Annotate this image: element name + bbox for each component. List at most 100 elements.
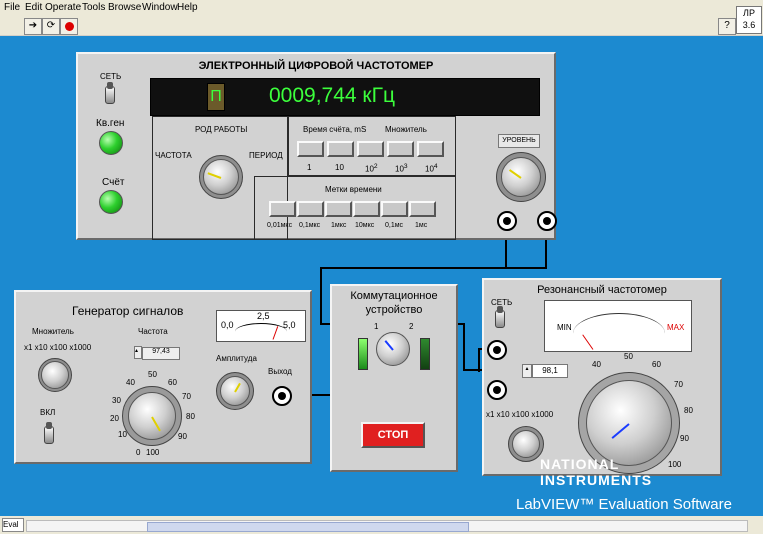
gen-on-label: ВКЛ [40, 408, 56, 417]
switch-led-2 [420, 338, 430, 370]
resonant-jack-2[interactable] [487, 380, 507, 400]
freq-increment[interactable]: ▴ [134, 346, 142, 359]
ni-watermark-3: LabVIEW™ Evaluation Software [516, 496, 732, 513]
stop-button[interactable]: СТОП [361, 422, 425, 448]
meter-min: MIN [557, 323, 572, 332]
menu-help[interactable]: Help [177, 2, 198, 13]
menu-window[interactable]: Window [142, 2, 178, 13]
scroll-thumb[interactable] [147, 522, 469, 532]
count-time-key-1[interactable] [297, 141, 324, 157]
frequency-readout: 0009,744 кГц [269, 84, 396, 107]
resonant-tick: 40 [592, 360, 601, 369]
time-mark-val: 1мс [415, 222, 428, 229]
time-mark-key[interactable] [297, 201, 324, 217]
wire [320, 267, 547, 269]
wire [320, 267, 322, 325]
time-marks-section: Метки времени 0,01мкс 0,1мкс 1мкс 10мкс … [254, 176, 456, 240]
stop-label: СТОП [377, 429, 409, 441]
switching-device: Коммутационное устройство 1 2 СТОП [330, 284, 458, 472]
meter-tick: 2,5 [257, 311, 270, 321]
count-time-val: 102 [365, 163, 378, 174]
output-jack[interactable] [272, 386, 292, 406]
dial-tick: 80 [186, 412, 195, 421]
switch-title-1: Коммутационное [350, 290, 438, 302]
freq-meter-title: ЭЛЕКТРОННЫЙ ЦИФРОВОЙ ЧАСТОТОМЕР [198, 60, 434, 72]
count-led-label: Счёт [102, 177, 125, 188]
multiplier-label: Множитель [385, 125, 427, 134]
mode-period-label: ПЕРИОД [249, 151, 283, 160]
count-time-key-10[interactable] [327, 141, 354, 157]
input-jack-1[interactable] [497, 211, 517, 231]
count-time-val: 103 [395, 163, 408, 174]
menu-file[interactable]: File [4, 2, 20, 13]
resonant-tick: 60 [652, 360, 661, 369]
level-label: УРОВЕНЬ [498, 134, 540, 148]
resonant-tick: 50 [624, 352, 633, 361]
dial-tick: 100 [146, 448, 160, 457]
count-time-key-10000[interactable] [417, 141, 444, 157]
wire [478, 348, 480, 372]
menu-tools[interactable]: Tools [82, 2, 105, 13]
run-continuously-icon[interactable]: ⟳ [42, 18, 60, 35]
dial-tick: 0 [136, 448, 141, 457]
time-mark-key[interactable] [381, 201, 408, 217]
count-time-key-100[interactable] [357, 141, 384, 157]
resonant-meter-arc [573, 313, 665, 354]
wire [463, 323, 465, 371]
count-time-val: 10 [335, 163, 344, 172]
signal-generator: Генератор сигналов Множитель x1 x10 x100… [14, 290, 312, 464]
dial-tick: 10 [118, 430, 127, 439]
status-text: Eval [2, 518, 24, 532]
resonant-power-switch[interactable] [495, 306, 505, 328]
time-mark-val: 1мкс [331, 222, 347, 229]
meter-arc [235, 323, 287, 340]
power-label: СЕТЬ [100, 72, 122, 81]
resonant-dial[interactable] [586, 380, 672, 466]
menu-browse[interactable]: Browse [108, 2, 141, 13]
gen-freq-label: Частота [138, 327, 168, 336]
time-mark-val: 0,1мкс [299, 222, 321, 229]
dial-tick: 20 [110, 414, 119, 423]
resonant-multiplier-knob[interactable] [512, 430, 540, 458]
power-switch[interactable] [105, 82, 115, 104]
menu-operate[interactable]: Operate [45, 2, 81, 13]
resonant-increment[interactable]: ▴ [522, 364, 532, 378]
dial-tick: 90 [178, 432, 187, 441]
ni-watermark-2: INSTRUMENTS [540, 472, 653, 488]
resonant-tick: 100 [668, 460, 682, 469]
help-icon[interactable]: ? [718, 18, 736, 35]
gen-led [99, 131, 123, 155]
gen-led-label: Кв.ген [96, 118, 125, 129]
gen-multiplier-values: x1 x10 x100 x1000 [24, 343, 92, 352]
amplitude-label: Амплитуда [216, 354, 257, 363]
switch-pos-1: 1 [374, 322, 379, 331]
menu-edit[interactable]: Edit [25, 2, 42, 13]
time-mark-key[interactable] [325, 201, 352, 217]
time-mark-key[interactable] [409, 201, 436, 217]
resonant-meter: MIN MAX [544, 300, 692, 352]
gen-multiplier-label: Множитель [32, 327, 74, 336]
status-bar: Eval [0, 516, 763, 534]
horizontal-scrollbar[interactable] [26, 520, 748, 532]
gen-on-switch[interactable] [44, 422, 54, 444]
input-jack-2[interactable] [537, 211, 557, 231]
mode-indicator: П [207, 83, 225, 111]
meter-tick: 0,0 [221, 320, 234, 330]
time-mark-val: 0,01мкс [267, 222, 293, 229]
amplitude-meter: 2,5 0,0 5,0 [216, 310, 306, 342]
gen-multiplier-knob[interactable] [41, 361, 69, 389]
count-time-section: Время счёта, mS Множитель 1 10 102 103 1… [288, 116, 456, 176]
abort-icon[interactable] [60, 18, 78, 35]
time-mark-key[interactable] [269, 201, 296, 217]
count-time-key-1000[interactable] [387, 141, 414, 157]
gen-freq-value[interactable]: 97,43 [142, 347, 180, 360]
count-time-val: 1 [307, 163, 312, 172]
resonant-title: Резонансный частотомер [537, 284, 667, 296]
toolbar: ➔ ⟳ ? [0, 17, 763, 35]
time-mark-key[interactable] [353, 201, 380, 217]
time-mark-val: 10мкс [355, 222, 375, 229]
run-arrow-icon[interactable]: ➔ [24, 18, 42, 35]
dial-tick: 60 [168, 378, 177, 387]
resonant-jack-1[interactable] [487, 340, 507, 360]
resonant-value[interactable]: 98,1 [532, 364, 568, 378]
